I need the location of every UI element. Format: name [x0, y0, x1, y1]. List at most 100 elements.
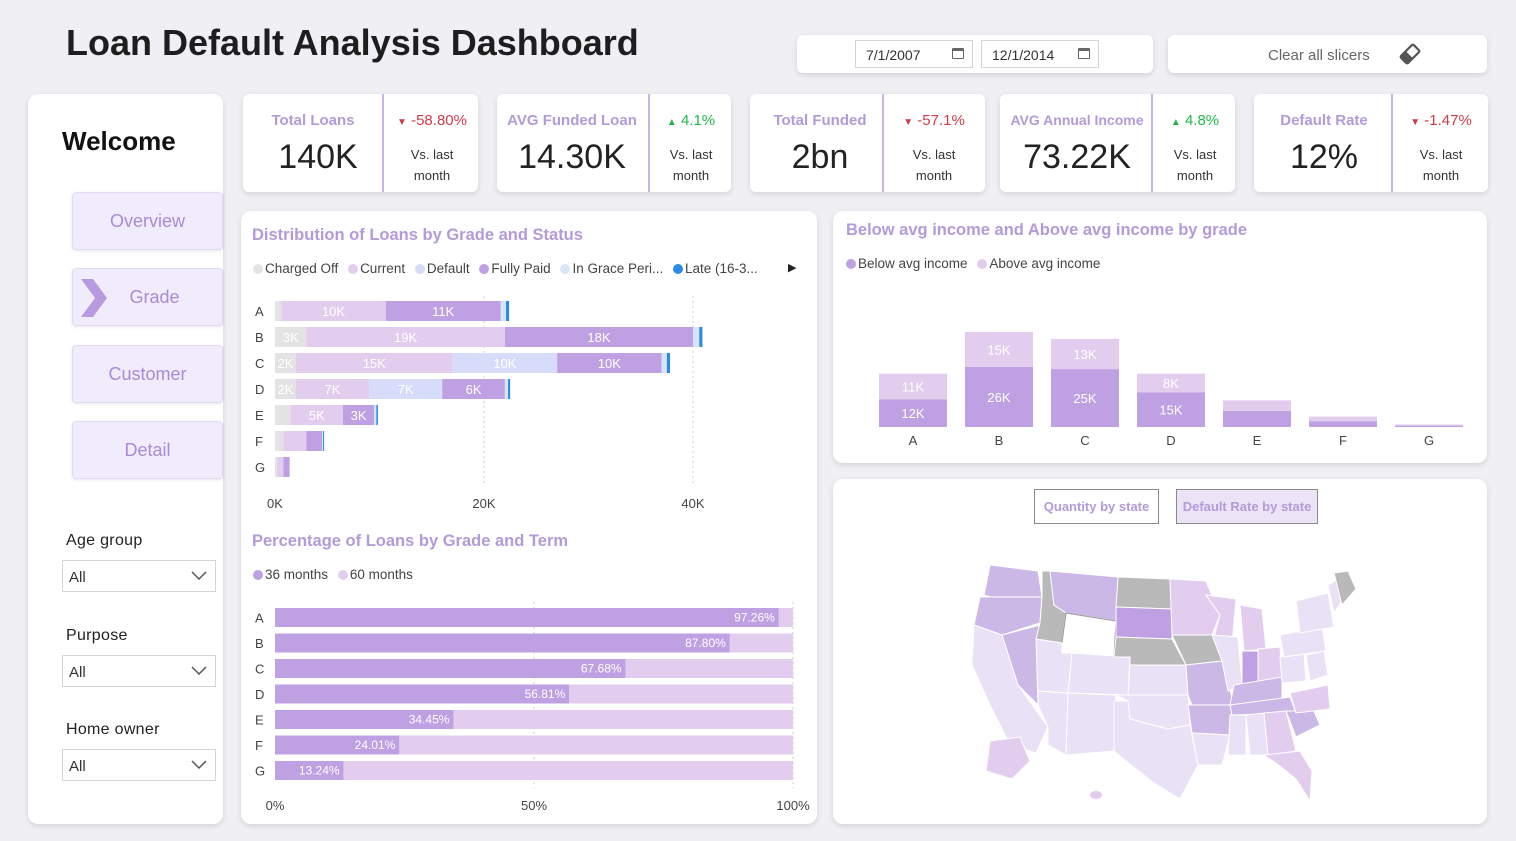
bar-segment	[1309, 421, 1377, 427]
kpi-change: ▲ 4.8%	[1156, 112, 1234, 129]
kpi-title: Default Rate	[1280, 112, 1368, 129]
map-state[interactable]	[1061, 612, 1117, 658]
calendar-icon[interactable]	[952, 48, 964, 59]
y-tick-label: E	[255, 408, 264, 423]
down-arrow-icon: ▼	[1410, 117, 1421, 128]
bar-segment	[277, 457, 284, 477]
nav-detail-button[interactable]: Detail	[72, 421, 223, 479]
data-label: 15K	[987, 342, 1010, 357]
data-label: 2K	[277, 382, 293, 397]
map-state[interactable]	[1289, 684, 1331, 714]
dropdown-value: All	[69, 664, 86, 681]
map-state[interactable]	[1305, 650, 1329, 682]
data-label: 13K	[1073, 347, 1096, 362]
bar-segment	[343, 761, 793, 780]
legend-next-arrow-icon[interactable]: ▶	[788, 261, 796, 274]
data-label: 19K	[394, 330, 417, 345]
bar-segment	[306, 431, 323, 451]
clear-slicers-button[interactable]: Clear all slicers	[1168, 35, 1487, 73]
y-tick-label: B	[255, 636, 264, 651]
kpi-change: ▲ 4.1%	[651, 112, 731, 129]
data-label: 2K	[277, 356, 293, 371]
bar-segment	[1395, 425, 1463, 427]
quantity-by-state-button[interactable]: Quantity by state	[1034, 489, 1159, 524]
us-states-map[interactable]	[950, 565, 1360, 805]
kpi-title: AVG Funded Loan	[507, 112, 637, 129]
map-state[interactable]	[1127, 664, 1189, 696]
map-state[interactable]	[1187, 704, 1233, 736]
kpi-default-rate: Default Rate 12% ▼ -1.47% Vs. last month	[1254, 94, 1488, 192]
map-state[interactable]	[1239, 604, 1267, 652]
bar-segment	[661, 353, 667, 373]
nav-overview-button[interactable]: Overview	[72, 192, 223, 250]
welcome-heading: Welcome	[62, 126, 176, 156]
bar-segment	[699, 327, 703, 347]
map-state[interactable]	[1227, 714, 1247, 756]
eraser-icon	[1399, 43, 1421, 65]
calendar-icon[interactable]	[1078, 48, 1090, 59]
y-tick-label: C	[255, 662, 264, 677]
bar-segment	[505, 301, 510, 321]
data-label: 15K	[363, 356, 386, 371]
legend-term: 36 months 60 months	[253, 567, 419, 582]
data-label: 15K	[1159, 403, 1182, 418]
map-state[interactable]	[1115, 606, 1173, 640]
nav-grade-button[interactable]: Grade	[72, 268, 223, 326]
bar-segment	[625, 659, 793, 678]
bar-segment	[1309, 416, 1377, 422]
map-state[interactable]	[1262, 750, 1313, 803]
legend-dot-icon	[977, 259, 988, 269]
chart-title-status: Distribution of Loans by Grade and Statu…	[252, 226, 583, 244]
up-arrow-icon: ▲	[666, 117, 677, 128]
chevron-down-icon	[191, 760, 207, 770]
map-state[interactable]	[1169, 578, 1221, 636]
map-state[interactable]	[1065, 692, 1117, 756]
y-tick-label: B	[255, 330, 264, 345]
data-label: 7K	[398, 382, 414, 397]
bar-segment	[508, 379, 511, 399]
chevron-down-icon	[191, 666, 207, 676]
x-tick-label: 20K	[472, 496, 495, 511]
kpi-divider	[1151, 94, 1153, 192]
y-tick-label: E	[255, 713, 264, 728]
x-tick-label: A	[909, 433, 918, 448]
map-state[interactable]	[1241, 650, 1259, 686]
map-state-hawaii[interactable]	[1090, 791, 1102, 799]
map-state[interactable]	[1295, 592, 1335, 634]
nav-customer-button[interactable]: Customer	[72, 345, 223, 403]
bar-segment	[322, 431, 324, 451]
x-tick-label: 50%	[521, 798, 547, 813]
data-label: 10K	[322, 304, 345, 319]
bar-segment	[275, 659, 626, 678]
map-state[interactable]	[1115, 576, 1173, 610]
kpi-value: 140K	[278, 138, 358, 176]
nav-label: Customer	[108, 364, 187, 384]
map-state[interactable]	[1067, 652, 1131, 696]
age-group-dropdown[interactable]: All	[62, 560, 216, 592]
data-label: 87.80%	[685, 636, 726, 650]
home-owner-dropdown[interactable]: All	[62, 749, 216, 781]
data-label: 25K	[1073, 391, 1096, 406]
grade-charts-card: Distribution of Loans by Grade and Statu…	[241, 211, 817, 824]
start-date-input[interactable]: 7/1/2007	[855, 40, 973, 68]
kpi-comparison: Vs. last month	[669, 147, 713, 183]
page-title: Loan Default Analysis Dashboard	[66, 22, 639, 63]
chevron-down-icon	[191, 571, 207, 581]
data-label: 6K	[466, 382, 482, 397]
map-state[interactable]	[1191, 732, 1231, 766]
bar-segment	[1395, 424, 1463, 426]
data-label: 67.68%	[581, 662, 622, 676]
down-arrow-icon: ▼	[397, 117, 407, 128]
bar-segment	[569, 684, 793, 704]
x-tick-label: F	[1339, 433, 1347, 448]
purpose-dropdown[interactable]: All	[62, 655, 216, 687]
legend-dot-icon	[348, 264, 359, 274]
bar-segment	[1223, 400, 1291, 411]
end-date-input[interactable]: 12/1/2014	[981, 40, 1099, 68]
kpi-change: ▼ -58.80%	[389, 112, 475, 129]
chart-title-income: Below avg income and Above avg income by…	[846, 221, 1247, 239]
kpi-change: ▼ -57.1%	[888, 112, 980, 129]
default-rate-by-state-button[interactable]: Default Rate by state	[1176, 489, 1318, 524]
kpi-divider	[648, 94, 650, 192]
legend-income: Below avg income Above avg income	[846, 256, 1106, 271]
